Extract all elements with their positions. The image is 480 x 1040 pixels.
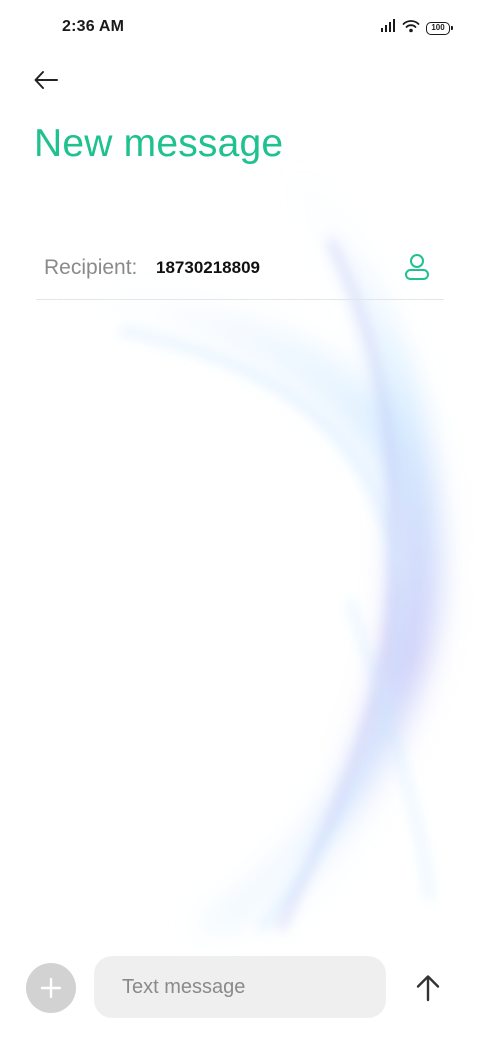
recipient-value[interactable]: 18730218809 xyxy=(156,258,260,278)
battery-tip xyxy=(451,25,453,30)
message-composer xyxy=(0,950,480,1026)
battery-level: 100 xyxy=(431,23,445,32)
send-button[interactable] xyxy=(406,966,450,1010)
signal-icon xyxy=(380,18,396,38)
battery-icon: 100 xyxy=(426,21,453,35)
recipient-field[interactable]: Recipient: 18730218809 xyxy=(36,236,444,300)
contact-picker-button[interactable] xyxy=(400,250,434,284)
status-time: 2:36 AM xyxy=(62,18,125,35)
back-button[interactable] xyxy=(22,58,70,102)
page-title: New message xyxy=(34,122,284,165)
new-message-screen: 2:36 AM 100 New message Recipient: 18730… xyxy=(0,0,480,1040)
plus-icon xyxy=(40,977,62,999)
contact-person-icon xyxy=(405,254,429,280)
recipient-label: Recipient: xyxy=(44,256,138,279)
message-input[interactable] xyxy=(94,956,386,1018)
attach-button[interactable] xyxy=(26,963,76,1013)
wifi-icon xyxy=(402,19,420,38)
arrow-up-icon xyxy=(416,975,440,1002)
status-icons: 100 xyxy=(380,18,453,38)
status-bar: 2:36 AM 100 xyxy=(0,0,480,56)
back-arrow-icon xyxy=(34,71,58,89)
